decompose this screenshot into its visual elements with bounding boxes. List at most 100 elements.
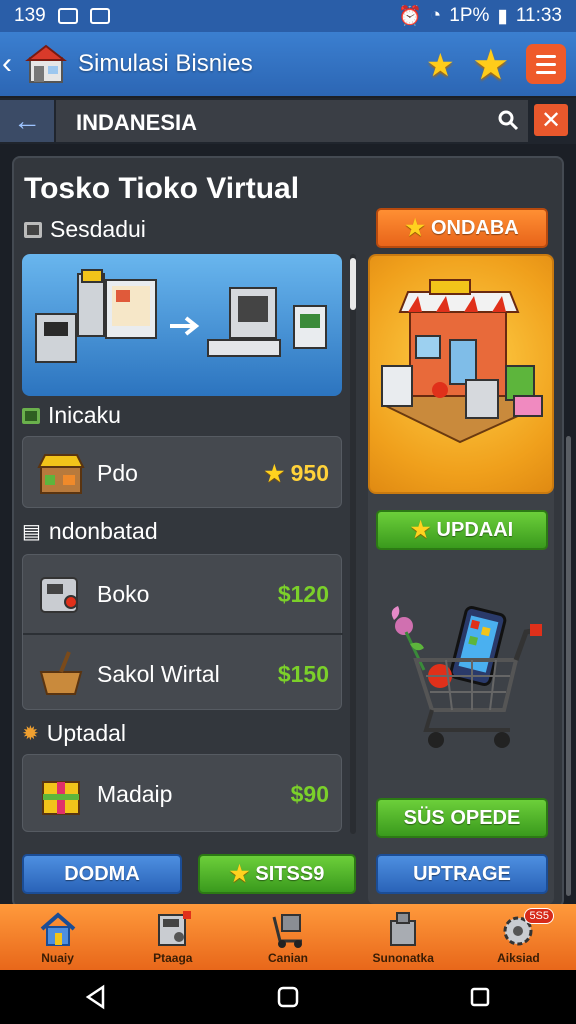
nav-item-stock[interactable]: Sunonatka [346,904,461,970]
search-row: ← INDANESIA ✕ [0,98,576,144]
nav-item-home[interactable]: Nuaiy [0,904,115,970]
search-icon[interactable] [496,108,520,132]
gift-box-icon [42,781,80,815]
nav-label: Sunonatka [372,951,434,965]
nav-item-delivery[interactable]: Canian [230,904,345,970]
button-label: UPDAAI [436,518,514,541]
battery-percent: 1P% [449,5,490,26]
section-label: Uptadal [46,720,127,746]
button-label: SITSS9 [255,862,325,885]
wifi-icon: ◔ [429,5,442,26]
sus-opede-button[interactable]: SÜS OPEDE [376,798,548,838]
nav-item-machine[interactable]: Ptaaga [115,904,230,970]
nav-label: Canian [268,951,309,965]
computers-illustration [35,269,327,363]
machine-icon [157,911,191,946]
button-label: SÜS OPEDE [403,806,521,829]
nav-label: Aiksiad [497,951,540,965]
side-scrollbar[interactable] [566,436,571,896]
section-label: Sesdadui [50,216,146,242]
section-label: Inicaku [48,402,121,428]
search-input[interactable]: INDANESIA [56,100,528,142]
list-item[interactable]: Sakol Wirtal $150 [23,635,343,713]
menu-icon-line [536,70,556,74]
recents-icon[interactable] [467,984,493,1010]
menu-icon-line [536,54,556,58]
button-label: ONDABA [430,216,519,239]
star-icon: ★ [264,460,285,486]
store-illustration [381,279,543,444]
back-chevron-icon[interactable]: ‹ [2,47,20,81]
nav-label: Ptaaga [153,951,193,965]
box-icon [390,912,417,946]
item-price-value: 950 [290,459,329,486]
app-title: Simulasi Bisnies [78,50,253,77]
item-price: $120 [277,580,329,607]
nav-label: Nuaiy [41,951,74,965]
status-bar: 139 ⏰ ◔ 1P% ▮ 11:33 [0,0,576,32]
shopping-cart-icon [391,606,542,748]
ondaba-button[interactable]: ★ ONDABA [376,208,548,248]
clock: 11:33 [515,5,562,26]
item-card[interactable]: Pdo ★ 950 [22,436,342,508]
sitss9-button[interactable]: ★ SITSS9 [198,854,356,894]
section-header: ✹ Uptadal [22,720,126,747]
upgrade-button[interactable]: UPTRAGE [376,854,548,894]
status-count: 139 [14,5,46,26]
market-stall-icon [37,454,85,494]
list-item[interactable]: Boko $120 [23,555,343,633]
system-nav-bar [0,970,576,1024]
battery-icon: ▮ [497,5,508,27]
star-icon: ★ [410,517,431,542]
item-name: Boko [97,580,150,607]
list-item[interactable]: Pdo ★ 950 [23,434,343,512]
update-button[interactable]: ★ UPDAAI [376,510,548,550]
close-button[interactable]: ✕ [534,104,568,136]
machine-icon [40,577,78,613]
purchase-icon [22,407,40,424]
item-price: $150 [277,660,329,687]
nav-item-settings[interactable]: 5S5 Aiksiad [461,904,576,970]
shop-logo-icon [25,44,67,83]
menu-icon-line [536,62,556,66]
hero-banner [22,254,342,396]
button-label: UPTRAGE [413,862,511,885]
notification-icon [57,8,78,24]
home-square-icon[interactable] [275,984,301,1010]
scrollbar-track[interactable] [350,254,356,834]
money-icon: ▤ [22,521,41,543]
shop-card[interactable] [368,254,554,494]
section-label: ndonbatad [48,518,158,544]
alarm-icon: ⏰ [398,6,422,27]
section-header: Sesdadui [24,216,146,243]
home-icon [40,912,75,946]
scrollbar-thumb[interactable] [350,258,356,310]
back-arrow-button[interactable]: ← [0,100,54,142]
close-icon: ✕ [540,106,562,134]
back-triangle-icon[interactable] [83,984,109,1010]
back-arrow-icon: ← [13,105,41,136]
search-value: INDANESIA [76,110,198,135]
section-header: Inicaku [22,402,121,429]
cart-dolly-icon [272,914,302,948]
item-price: $90 [290,780,329,807]
menu-button[interactable] [526,44,566,84]
item-name: Madaip [97,780,173,807]
star-icon: ★ [405,215,425,240]
favorite-star-icon[interactable]: ★ [472,40,510,89]
app-bar: ‹ Simulasi Bisnies ★ ★ [0,32,576,96]
page-title: Tosko Tioko Virtual [24,172,300,205]
button-label: DODMA [64,862,140,885]
star-icon[interactable]: ★ [426,46,455,84]
section-header: ▤ ndonbatad [22,518,158,545]
item-price: ★ 950 [265,460,330,487]
item-card: Boko $120 Sakol Wirtal $150 [22,554,343,713]
box-icon [24,221,42,238]
item-name: Pdo [97,459,138,486]
basket-icon [39,651,83,695]
list-item[interactable]: Madaip $90 [23,755,343,833]
dodma-button[interactable]: DODMA [22,854,182,894]
item-card[interactable]: Madaip $90 [22,754,342,832]
star-icon: ★ [229,861,250,886]
notification-badge: 5S5 [524,908,555,924]
